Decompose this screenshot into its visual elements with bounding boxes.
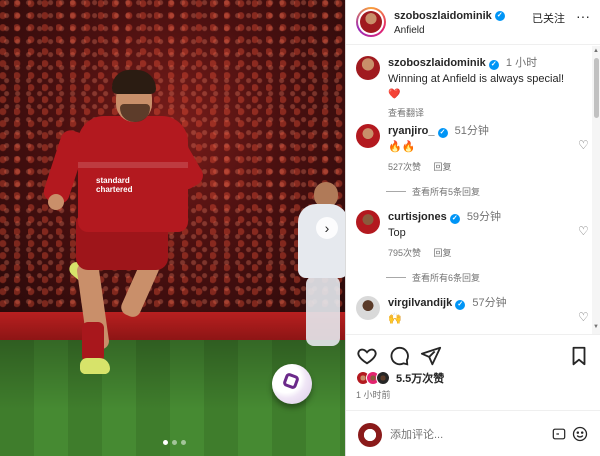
- carousel-dot: [172, 440, 177, 445]
- post-location[interactable]: Anfield: [394, 25, 425, 36]
- comment-composer: [346, 410, 600, 456]
- comment-text: 🔥🔥: [388, 141, 416, 153]
- verified-badge-icon: ✓: [449, 214, 460, 224]
- comment-username[interactable]: curtisjones: [388, 211, 447, 223]
- caption-emoji: ❤️: [388, 89, 401, 100]
- avatar: [376, 371, 390, 385]
- post-header: szoboszlaidominik ✓ Anfield 已关注 ···: [346, 0, 600, 45]
- scroll-down-icon[interactable]: ▼: [593, 324, 599, 330]
- heart-icon[interactable]: ♡: [578, 138, 589, 152]
- author-username[interactable]: szoboszlaidominik: [394, 10, 492, 22]
- carousel-dot: [181, 440, 186, 445]
- post-photo[interactable]: standard chartered ›: [0, 0, 345, 456]
- comment-icon[interactable]: [388, 345, 410, 367]
- send-icon[interactable]: [420, 345, 442, 367]
- comment-time: 57分钟: [472, 297, 507, 309]
- comment-text: Top: [388, 227, 406, 239]
- heart-icon[interactable]: ♡: [578, 224, 589, 238]
- verified-badge-icon: ✓: [494, 11, 505, 21]
- post-timestamp: 1 小时前: [356, 390, 391, 400]
- author-avatar[interactable]: [356, 7, 386, 37]
- avatar: [358, 423, 382, 447]
- heart-icon[interactable]: ♡: [578, 310, 589, 324]
- background-player: [290, 180, 345, 360]
- more-options-icon[interactable]: ···: [576, 8, 590, 24]
- gif-icon[interactable]: [552, 427, 566, 441]
- comment-text: 🙌: [388, 313, 402, 325]
- bookmark-icon[interactable]: [568, 345, 590, 367]
- football: [272, 364, 312, 404]
- instagram-post: standard chartered › szoboszlaidominik ✓: [0, 0, 600, 456]
- scroll-up-icon[interactable]: ▲: [593, 48, 599, 54]
- following-button[interactable]: 已关注: [532, 10, 565, 26]
- comments-list[interactable]: szoboszlaidominik ✓ 1 小时 Winning at Anfi…: [346, 46, 592, 334]
- carousel-dot: [163, 440, 168, 445]
- caption-username[interactable]: szoboszlaidominik: [388, 57, 486, 69]
- comment-time: 51分钟: [454, 125, 489, 137]
- scroll-thumb[interactable]: [594, 58, 599, 118]
- comment-username[interactable]: virgilvandijk: [388, 297, 452, 309]
- caption-text: Winning at Anfield is always special!: [388, 73, 565, 85]
- comment-username[interactable]: ryanjiro_: [388, 125, 434, 137]
- reply-button[interactable]: 回复: [434, 162, 452, 172]
- verified-badge-icon: ✓: [437, 128, 448, 138]
- carousel-indicator: [163, 440, 186, 445]
- view-replies-link[interactable]: 查看所有6条回复: [386, 271, 480, 284]
- comment-likes[interactable]: 527次赞: [388, 162, 421, 172]
- heart-icon[interactable]: [356, 345, 378, 367]
- view-replies-link[interactable]: 查看所有5条回复: [386, 185, 480, 198]
- comment-likes[interactable]: 795次赞: [388, 248, 421, 258]
- carousel-next-button[interactable]: ›: [316, 217, 338, 239]
- verified-badge-icon: ✓: [488, 60, 499, 70]
- verified-badge-icon: ✓: [455, 300, 466, 310]
- likes-count[interactable]: 5.5万次赞: [396, 370, 444, 386]
- avatar[interactable]: [356, 210, 380, 234]
- caption-time: 1 小时: [505, 57, 538, 69]
- avatar[interactable]: [356, 296, 380, 320]
- comments-scrollbar[interactable]: ▲ ▼: [592, 46, 600, 334]
- player-figure: standard chartered: [41, 66, 207, 386]
- comment-time: 59分钟: [466, 211, 502, 223]
- post-side-panel: szoboszlaidominik ✓ Anfield 已关注 ··· szob…: [345, 0, 600, 456]
- shirt-sponsor: standard chartered: [96, 176, 133, 194]
- see-translation-link[interactable]: 查看翻译: [388, 106, 568, 119]
- reply-button[interactable]: 回复: [434, 248, 452, 258]
- emoji-icon[interactable]: [572, 426, 588, 442]
- avatar[interactable]: [356, 124, 380, 148]
- likes-summary[interactable]: 5.5万次赞: [356, 370, 444, 386]
- avatar[interactable]: [356, 56, 380, 80]
- comment-input[interactable]: [390, 425, 540, 445]
